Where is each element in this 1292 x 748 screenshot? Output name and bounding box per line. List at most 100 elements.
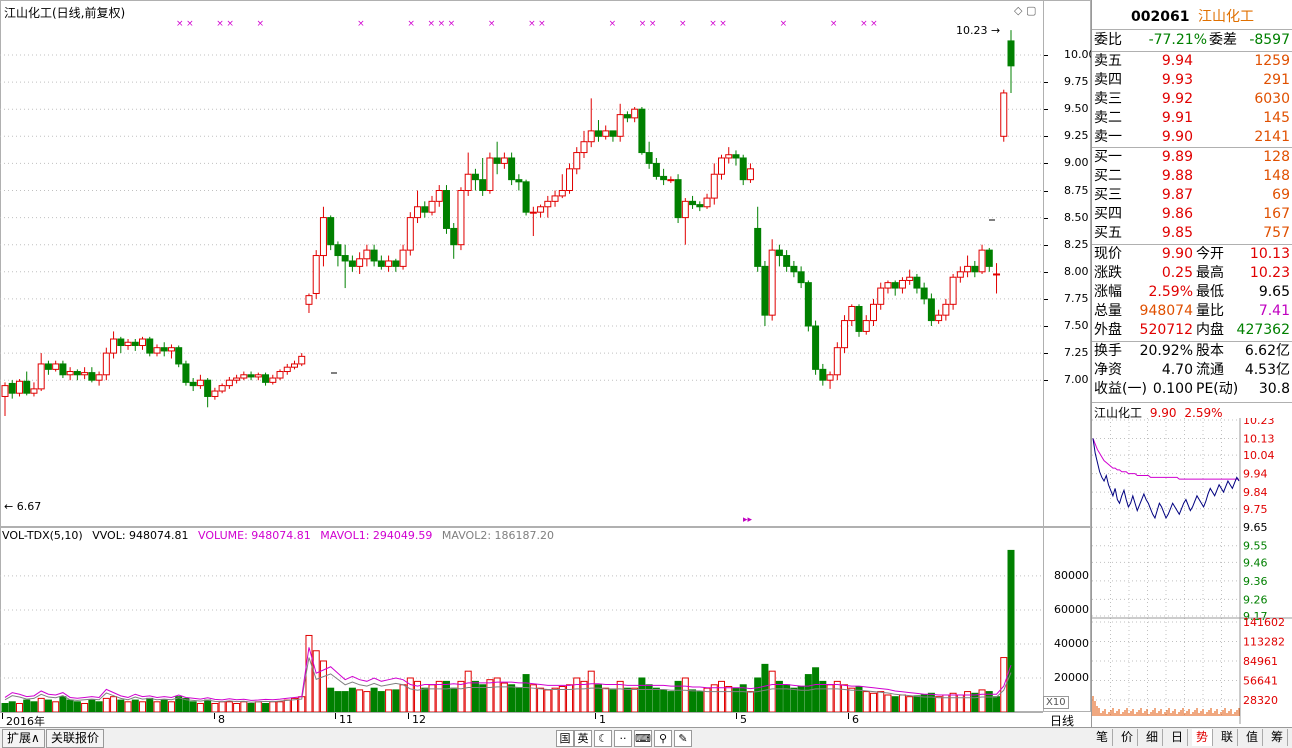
event-marker[interactable]: × [257,19,265,29]
candle-body[interactable] [681,200,689,219]
event-marker[interactable]: × [216,19,224,29]
candle-body[interactable] [689,200,697,206]
candle-body[interactable] [175,347,183,365]
candle-body[interactable] [739,157,747,181]
event-marker[interactable]: × [357,19,365,29]
candle-body[interactable] [1000,92,1008,137]
volume-bar[interactable] [558,685,566,712]
volume-bar[interactable] [370,687,378,712]
candle-body[interactable] [927,298,935,322]
volume-bar[interactable] [660,689,668,712]
candle-body[interactable] [196,379,204,387]
candle-body[interactable] [761,265,769,316]
candle-body[interactable] [421,206,429,213]
volume-bar[interactable] [775,680,783,712]
volume-bar[interactable] [139,701,147,712]
volume-bar[interactable] [464,670,472,712]
candle-body[interactable] [370,249,378,262]
candle-body[interactable] [594,130,602,137]
moon-icon[interactable]: ☾ [594,730,612,747]
volume-bar[interactable] [276,701,284,712]
candle-body[interactable] [1007,40,1015,67]
volume-bar[interactable] [283,699,291,712]
volume-bar[interactable] [718,680,726,712]
volume-bar[interactable] [884,694,892,712]
scroll-arrows[interactable]: ▸▸ [743,515,752,525]
candle-body[interactable] [515,179,523,183]
volume-bar[interactable] [689,689,697,712]
candle-body[interactable] [869,303,877,322]
volume-bar[interactable] [681,677,689,712]
volume-bar[interactable] [247,702,255,712]
volume-bar[interactable] [131,699,139,712]
candle-body[interactable] [652,162,660,177]
volume-bar[interactable] [913,695,921,712]
volume-bar[interactable] [110,696,118,712]
tab-5[interactable]: 联 [1217,729,1238,746]
candle-body[interactable] [52,363,60,370]
candle-body[interactable] [399,249,407,267]
volume-bar[interactable] [920,694,928,712]
tab-2[interactable]: 细 [1142,729,1163,746]
candle-body[interactable] [500,157,508,164]
volume-bar[interactable] [652,687,660,712]
candle-body[interactable] [609,130,617,137]
candle-body[interactable] [674,179,682,219]
candle-body[interactable] [631,108,639,119]
candle-body[interactable] [862,320,870,332]
event-marker[interactable]: × [649,19,657,29]
candle-body[interactable] [935,314,943,322]
event-marker[interactable]: × [407,19,415,29]
volume-bar[interactable] [66,699,74,712]
volume-bar[interactable] [891,696,899,712]
volume-bar[interactable] [327,687,335,712]
volume-bar[interactable] [312,650,320,712]
toolbar-guo[interactable]: 国 [556,730,574,747]
dots-icon[interactable]: ·· [614,730,632,747]
candle-body[interactable] [949,276,957,305]
candle-body[interactable] [23,380,31,394]
candle-body[interactable] [442,190,450,229]
volume-bar[interactable] [334,691,342,712]
volume-bar[interactable] [971,692,979,712]
candle-body[interactable] [1,385,9,397]
candle-body[interactable] [529,211,537,214]
candle-body[interactable] [392,260,400,267]
volume-bar[interactable] [602,687,610,712]
candle-body[interactable] [139,338,147,347]
volume-bar[interactable] [819,680,827,712]
volume-bar[interactable] [500,682,508,712]
volume-bar[interactable] [73,701,81,712]
candle-body[interactable] [254,374,262,378]
event-marker[interactable]: × [830,19,838,29]
volume-bar[interactable] [812,667,820,712]
volume-bar[interactable] [211,702,219,712]
candle-body[interactable] [305,295,313,305]
candle-body[interactable] [117,338,125,347]
volume-bar[interactable] [710,684,718,712]
volume-bar[interactable] [645,684,653,712]
volume-bar[interactable] [102,697,110,712]
tab-0[interactable]: 笔 [1092,729,1113,746]
candle-body[interactable] [942,303,950,316]
candle-body[interactable] [334,244,342,257]
volume-bar[interactable] [862,691,870,712]
volume-bar[interactable] [196,702,204,712]
candle-body[interactable] [558,190,566,197]
candle-body[interactable] [385,260,393,267]
candle-body[interactable] [464,173,472,192]
volume-bar[interactable] [341,691,349,712]
volume-bar[interactable] [616,680,624,712]
candle-body[interactable] [978,249,986,273]
candle-body[interactable] [616,114,624,137]
candle-body[interactable] [131,341,139,347]
event-marker[interactable]: × [176,19,184,29]
candle-body[interactable] [479,179,487,192]
candle-body[interactable] [327,217,335,246]
candle-body[interactable] [450,227,458,246]
volume-bar[interactable] [262,702,270,712]
volume-bar[interactable] [580,680,588,712]
volume-bar[interactable] [305,634,313,712]
volume-bar[interactable] [95,701,103,712]
volume-bar[interactable] [348,687,356,712]
